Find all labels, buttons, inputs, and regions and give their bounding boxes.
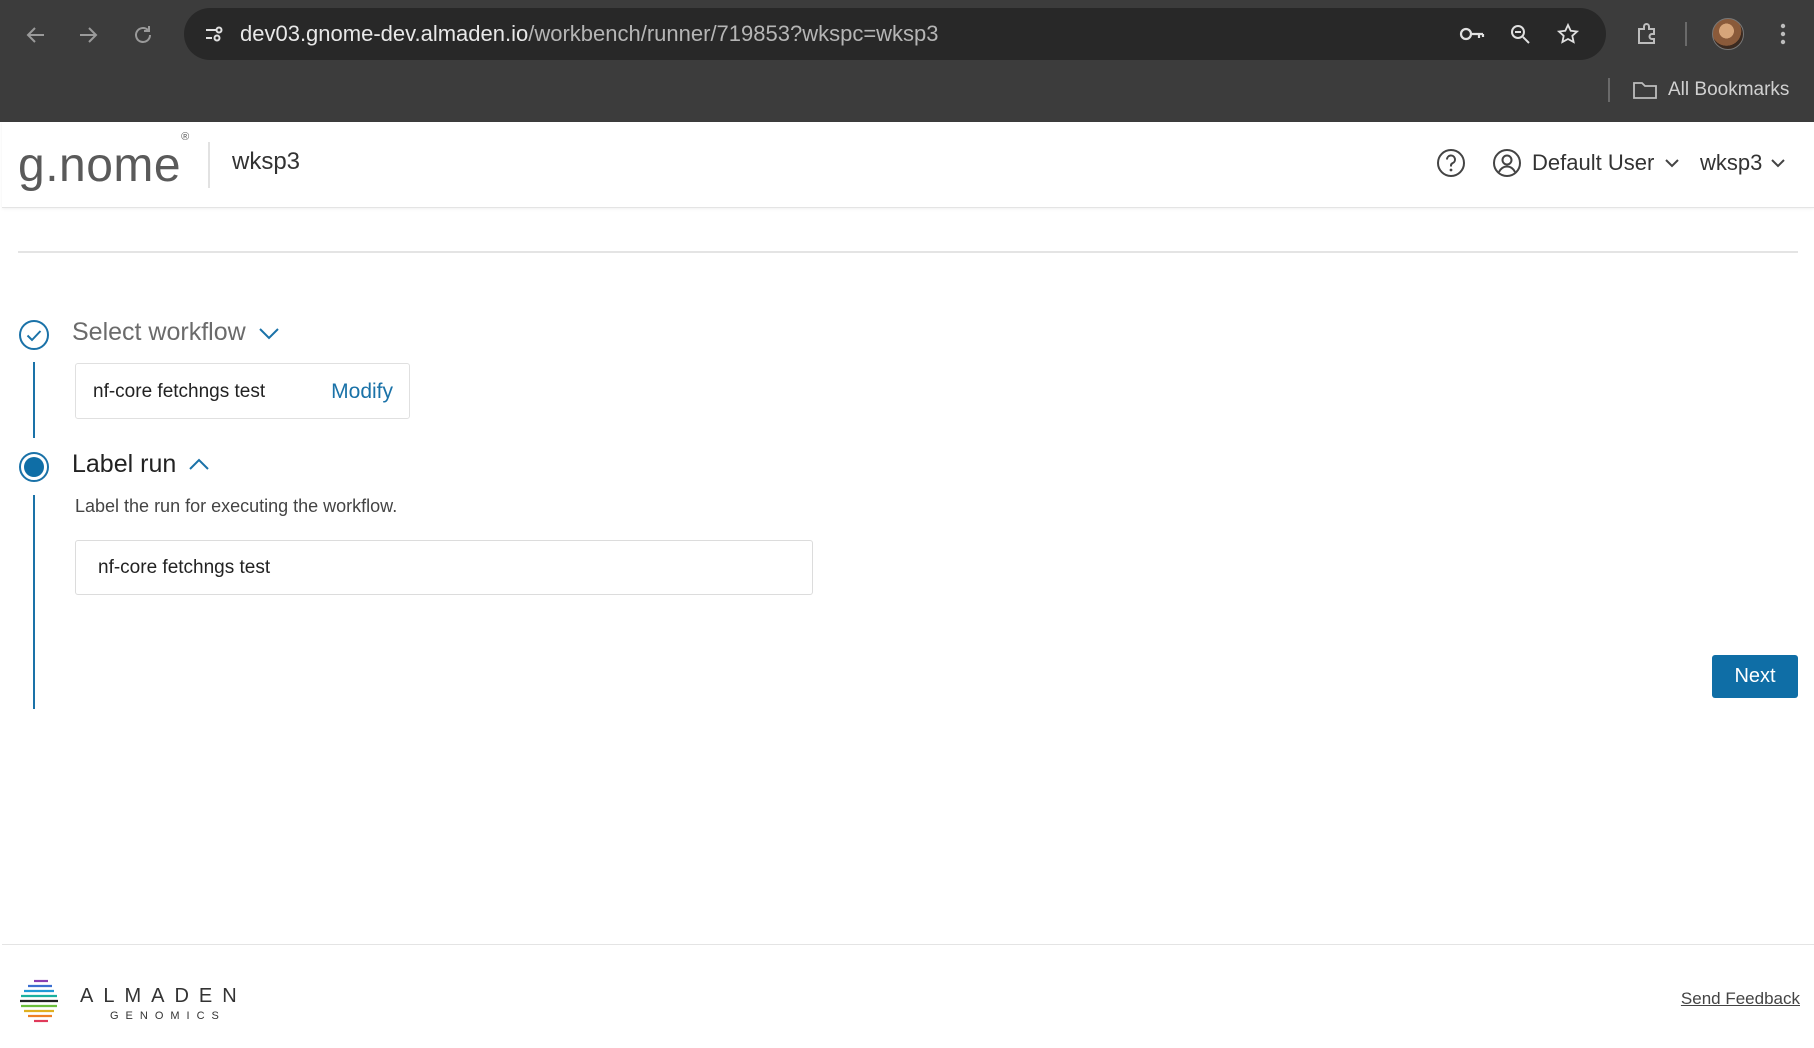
step-select-workflow-title: Select workflow: [72, 318, 246, 346]
reload-button[interactable]: [125, 17, 161, 53]
chevron-down-icon: [1771, 159, 1786, 168]
forward-button[interactable]: [70, 17, 106, 53]
run-label-input[interactable]: [75, 540, 813, 595]
all-bookmarks[interactable]: All Bookmarks: [1632, 76, 1789, 104]
modify-link[interactable]: Modify: [331, 364, 393, 420]
workspace-menu-label: wksp3: [1700, 150, 1763, 175]
send-feedback-link[interactable]: Send Feedback: [1681, 989, 1800, 1009]
browser-toolbar: dev03.gnome-dev.almaden.io/workbench/run…: [0, 0, 1814, 122]
stepper-connector: [33, 362, 35, 438]
zoom-icon[interactable]: [1504, 18, 1536, 50]
user-menu[interactable]: Default User: [1492, 146, 1680, 180]
workspace-menu[interactable]: wksp3: [1700, 146, 1786, 180]
gnome-logo[interactable]: g.nome®: [18, 131, 190, 193]
back-button[interactable]: [18, 17, 54, 53]
chevron-down-icon: [1665, 159, 1679, 168]
bookmarks-divider: [1608, 78, 1610, 102]
stepper-connector: [33, 495, 35, 709]
help-icon[interactable]: [1436, 148, 1466, 178]
url-host: dev03.gnome-dev.almaden.io: [240, 21, 529, 46]
almaden-logo-icon: [18, 977, 64, 1023]
user-icon: [1493, 149, 1521, 177]
password-key-icon[interactable]: [1456, 18, 1488, 50]
selected-workflow-card: nf-core fetchngs test Modify: [75, 363, 410, 419]
chrome-menu-icon[interactable]: [1766, 17, 1800, 51]
folder-icon: [1633, 82, 1657, 99]
site-settings-icon[interactable]: [198, 18, 230, 50]
label-run-description: Label the run for executing the workflow…: [75, 496, 398, 516]
app-header: g.nome® wksp3 Default User wksp3: [2, 122, 1814, 208]
extensions-icon[interactable]: [1630, 17, 1664, 51]
step-active-indicator-icon: [18, 451, 50, 483]
logo-text: g.nome: [18, 139, 182, 192]
section-divider: [18, 251, 1798, 253]
address-bar[interactable]: dev03.gnome-dev.almaden.io/workbench/run…: [184, 8, 1606, 60]
step-label-run-title: Label run: [72, 450, 177, 478]
bookmark-star-icon[interactable]: [1552, 18, 1584, 50]
almaden-subbrand: GENOMICS: [110, 1010, 226, 1022]
chevron-down-icon: [258, 327, 279, 339]
step-complete-check-icon: [18, 319, 50, 351]
toolbar-divider: [1685, 22, 1687, 46]
registered-mark: ®: [181, 131, 190, 143]
all-bookmarks-label: All Bookmarks: [1668, 79, 1790, 100]
url-text: dev03.gnome-dev.almaden.io/workbench/run…: [240, 8, 939, 60]
almaden-brand: ALMADEN: [80, 985, 247, 1007]
selected-workflow-name: nf-core fetchngs test: [93, 381, 266, 402]
user-name: Default User: [1532, 150, 1655, 175]
step-select-workflow[interactable]: Select workflow: [72, 318, 280, 347]
url-path: /workbench/runner/719853?wkspc=wksp3: [528, 21, 939, 46]
profile-avatar[interactable]: [1712, 18, 1744, 50]
footer: ALMADEN GENOMICS Send Feedback: [2, 944, 1814, 1048]
step-label-run[interactable]: Label run: [72, 450, 210, 479]
chevron-up-icon: [189, 458, 209, 470]
workspace-title: wksp3: [232, 148, 301, 175]
next-button[interactable]: Next: [1712, 655, 1798, 698]
header-divider: [208, 142, 210, 188]
